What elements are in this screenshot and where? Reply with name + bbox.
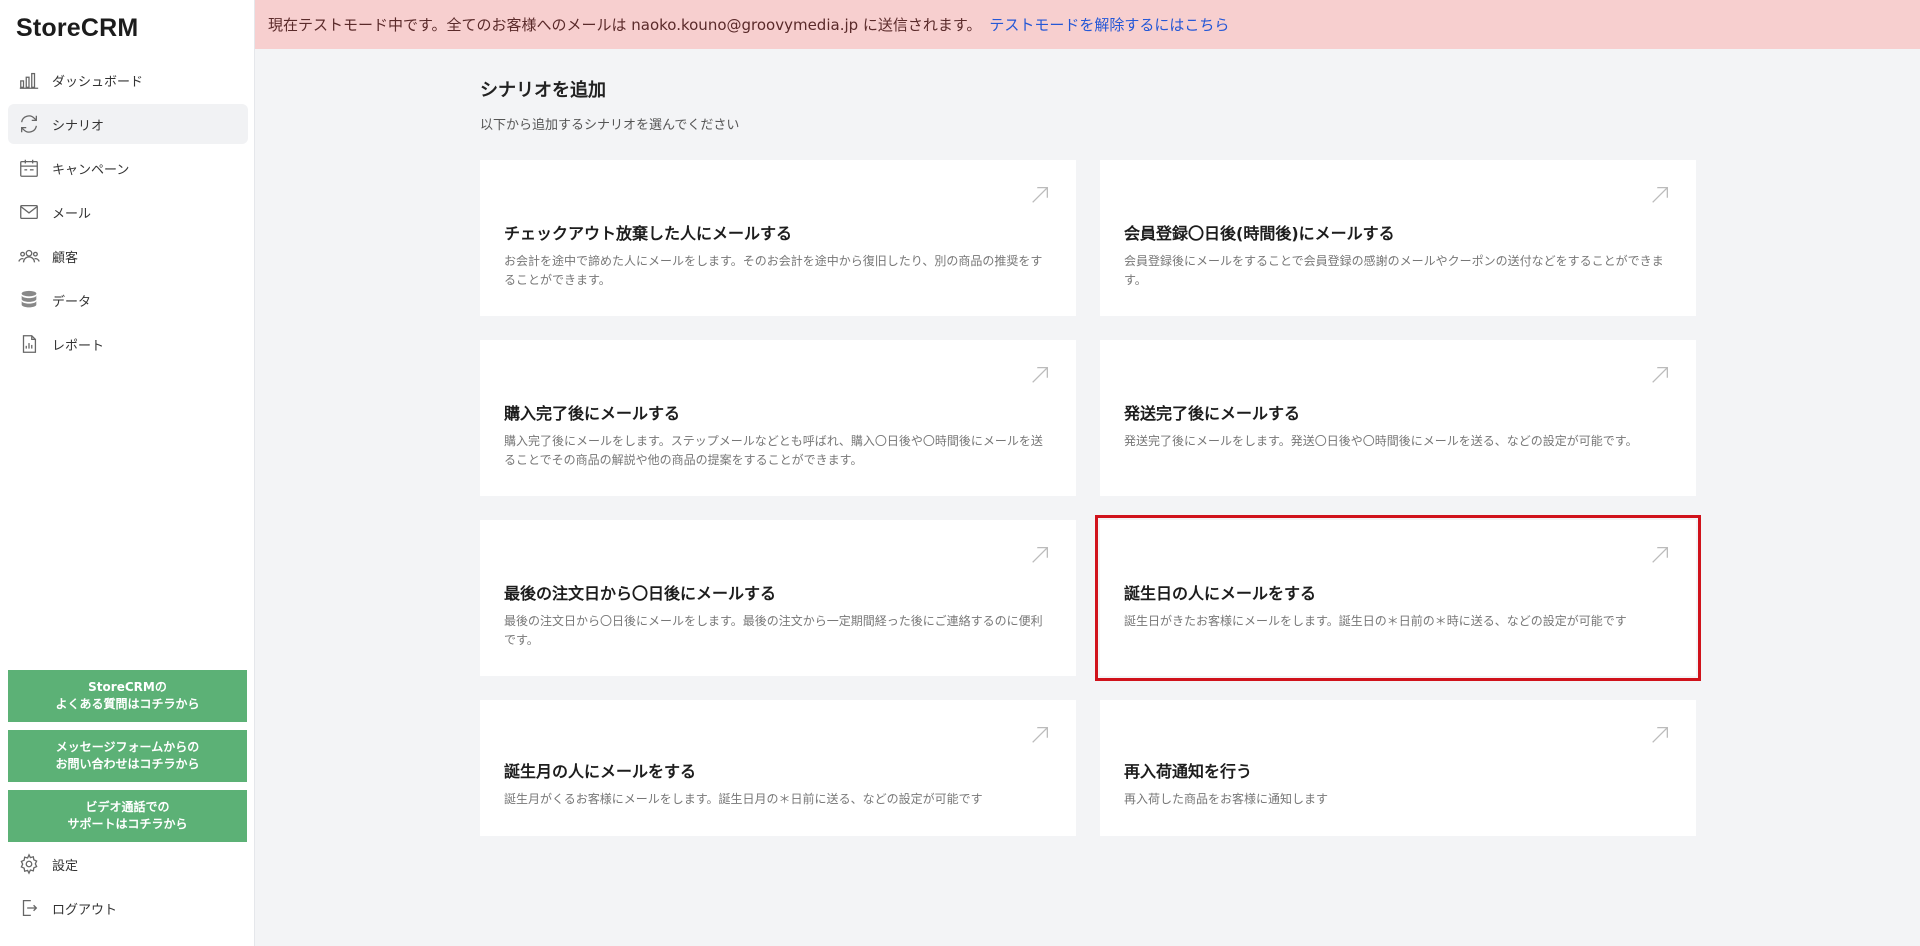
card-description: 会員登録後にメールをすることで会員登録の感謝のメールやクーポンの送付などをするこ…: [1124, 254, 1664, 287]
sidebar-item-label: レポート: [52, 338, 105, 354]
scenario-card-birthday[interactable]: 誕生日の人にメールをする 誕生日がきたお客様にメールをします。誕生日の＊日前の＊…: [1095, 515, 1701, 681]
logout-icon: [17, 896, 41, 920]
page-title: シナリオを追加: [480, 80, 606, 101]
card-description: 最後の注文日から〇日後にメールをします。最後の注文から一定期間経った後にご連絡す…: [504, 614, 1043, 647]
sidebar-item-campaign[interactable]: キャンペーン: [8, 148, 248, 188]
card-title: 購入完了後にメールする: [504, 404, 681, 423]
sidebar-item-data[interactable]: データ: [8, 280, 248, 320]
sidebar-item-report[interactable]: レポート: [8, 324, 248, 364]
support-links: StoreCRMの よくある質問はコチラから メッセージフォームからの お問い合…: [8, 670, 247, 850]
arrow-up-right-icon: [1029, 544, 1051, 566]
scenario-card-after-shipping[interactable]: 発送完了後にメールする 発送完了後にメールをします。発送〇日後や〇時間後にメール…: [1100, 340, 1696, 496]
page-header: シナリオを追加 以下から追加するシナリオを選んでください: [480, 76, 739, 133]
arrow-up-right-icon: [1029, 364, 1051, 386]
sidebar-item-settings[interactable]: 設定: [8, 844, 248, 884]
sidebar-item-scenario[interactable]: シナリオ: [8, 104, 248, 144]
sidebar-item-label: ログアウト: [52, 902, 118, 918]
app-root: StoreCRM ダッシュボード シナリオ キャンペーン メール 顧客 データ …: [0, 0, 1920, 946]
sidebar-item-customers[interactable]: 顧客: [8, 236, 248, 276]
support-line: お問い合わせはコチラから: [55, 757, 200, 771]
gear-icon: [17, 852, 41, 876]
support-line: サポートはコチラから: [67, 817, 188, 831]
sidebar-item-label: ダッシュボード: [52, 74, 144, 90]
report-icon: [17, 332, 41, 356]
card-title: チェックアウト放棄した人にメールする: [504, 224, 793, 243]
support-line: ビデオ通話での: [85, 800, 170, 814]
sidebar-item-label: データ: [52, 294, 92, 310]
card-description: 再入荷した商品をお客様に通知します: [1124, 792, 1329, 806]
scenario-card-restock[interactable]: 再入荷通知を行う 再入荷した商品をお客様に通知します: [1100, 700, 1696, 836]
support-line: StoreCRMの: [88, 680, 167, 694]
disable-test-mode-link[interactable]: テストモードを解除するにはこちら: [989, 14, 1229, 35]
page-subtitle: 以下から追加するシナリオを選んでください: [480, 118, 740, 133]
banner-text: 現在テストモード中です。全てのお客様へのメールは naoko.kouno@gro…: [268, 16, 982, 34]
video-support-button[interactable]: ビデオ通話での サポートはコチラから: [8, 790, 247, 842]
card-description: お会計を途中で諦めた人にメールをします。そのお会計を途中から復旧したり、別の商品…: [504, 254, 1043, 287]
message-form-button[interactable]: メッセージフォームからの お問い合わせはコチラから: [8, 730, 247, 782]
sidebar-item-label: シナリオ: [52, 118, 105, 134]
sidebar-item-label: 顧客: [52, 250, 79, 266]
arrow-up-right-icon: [1649, 184, 1671, 206]
scenario-card-checkout-abandon[interactable]: チェックアウト放棄した人にメールする お会計を途中で諦めた人にメールをします。そ…: [480, 160, 1076, 316]
arrow-up-right-icon: [1029, 184, 1051, 206]
main-content: 現在テストモード中です。全てのお客様へのメールは naoko.kouno@gro…: [255, 0, 1920, 946]
card-title: 誕生日の人にメールをする: [1124, 584, 1317, 603]
database-icon: [17, 288, 41, 312]
card-title: 最後の注文日から〇日後にメールする: [504, 584, 777, 603]
sidebar-item-label: キャンペーン: [52, 162, 130, 178]
faq-button[interactable]: StoreCRMの よくある質問はコチラから: [8, 670, 247, 722]
sidebar-item-dashboard[interactable]: ダッシュボード: [8, 60, 248, 100]
sidebar-nav: ダッシュボード シナリオ キャンペーン メール 顧客 データ レポート: [8, 60, 248, 368]
sidebar-item-logout[interactable]: ログアウト: [8, 888, 248, 928]
card-title: 発送完了後にメールする: [1124, 404, 1301, 423]
sidebar: StoreCRM ダッシュボード シナリオ キャンペーン メール 顧客 データ …: [0, 0, 255, 946]
calendar-icon: [17, 156, 41, 180]
refresh-icon: [17, 112, 41, 136]
sidebar-item-label: メール: [52, 206, 92, 222]
users-icon: [17, 244, 41, 268]
scenario-card-last-order[interactable]: 最後の注文日から〇日後にメールする 最後の注文日から〇日後にメールをします。最後…: [480, 520, 1076, 676]
card-title: 再入荷通知を行う: [1124, 762, 1253, 781]
scenario-card-after-purchase[interactable]: 購入完了後にメールする 購入完了後にメールをします。ステップメールなどとも呼ばれ…: [480, 340, 1076, 496]
sidebar-bottom-nav: 設定 ログアウト: [8, 844, 248, 932]
sidebar-item-mail[interactable]: メール: [8, 192, 248, 232]
test-mode-banner: 現在テストモード中です。全てのお客様へのメールは naoko.kouno@gro…: [255, 0, 1920, 49]
mail-icon: [17, 200, 41, 224]
card-description: 誕生月がくるお客様にメールをします。誕生日月の＊日前に送る、などの設定が可能です: [504, 792, 983, 806]
scenario-card-member-registration[interactable]: 会員登録〇日後(時間後)にメールする 会員登録後にメールをすることで会員登録の感…: [1100, 160, 1696, 316]
card-description: 誕生日がきたお客様にメールをします。誕生日の＊日前の＊時に送る、などの設定が可能…: [1124, 614, 1627, 628]
arrow-up-right-icon: [1649, 544, 1671, 566]
arrow-up-right-icon: [1649, 364, 1671, 386]
scenario-card-birth-month[interactable]: 誕生月の人にメールをする 誕生月がくるお客様にメールをします。誕生日月の＊日前に…: [480, 700, 1076, 836]
support-line: よくある質問はコチラから: [55, 697, 200, 711]
card-title: 会員登録〇日後(時間後)にメールする: [1124, 224, 1395, 243]
arrow-up-right-icon: [1029, 724, 1051, 746]
support-line: メッセージフォームからの: [55, 740, 200, 754]
scenario-card-grid: チェックアウト放棄した人にメールする お会計を途中で諦めた人にメールをします。そ…: [480, 160, 1701, 836]
card-title: 誕生月の人にメールをする: [504, 762, 697, 781]
bar-chart-icon: [17, 68, 41, 92]
app-logo[interactable]: StoreCRM: [16, 14, 138, 43]
arrow-up-right-icon: [1649, 724, 1671, 746]
card-description: 発送完了後にメールをします。発送〇日後や〇時間後にメールを送る、などの設定が可能…: [1124, 434, 1638, 448]
sidebar-item-label: 設定: [52, 858, 79, 874]
card-description: 購入完了後にメールをします。ステップメールなどとも呼ばれ、購入〇日後や〇時間後に…: [504, 434, 1043, 467]
